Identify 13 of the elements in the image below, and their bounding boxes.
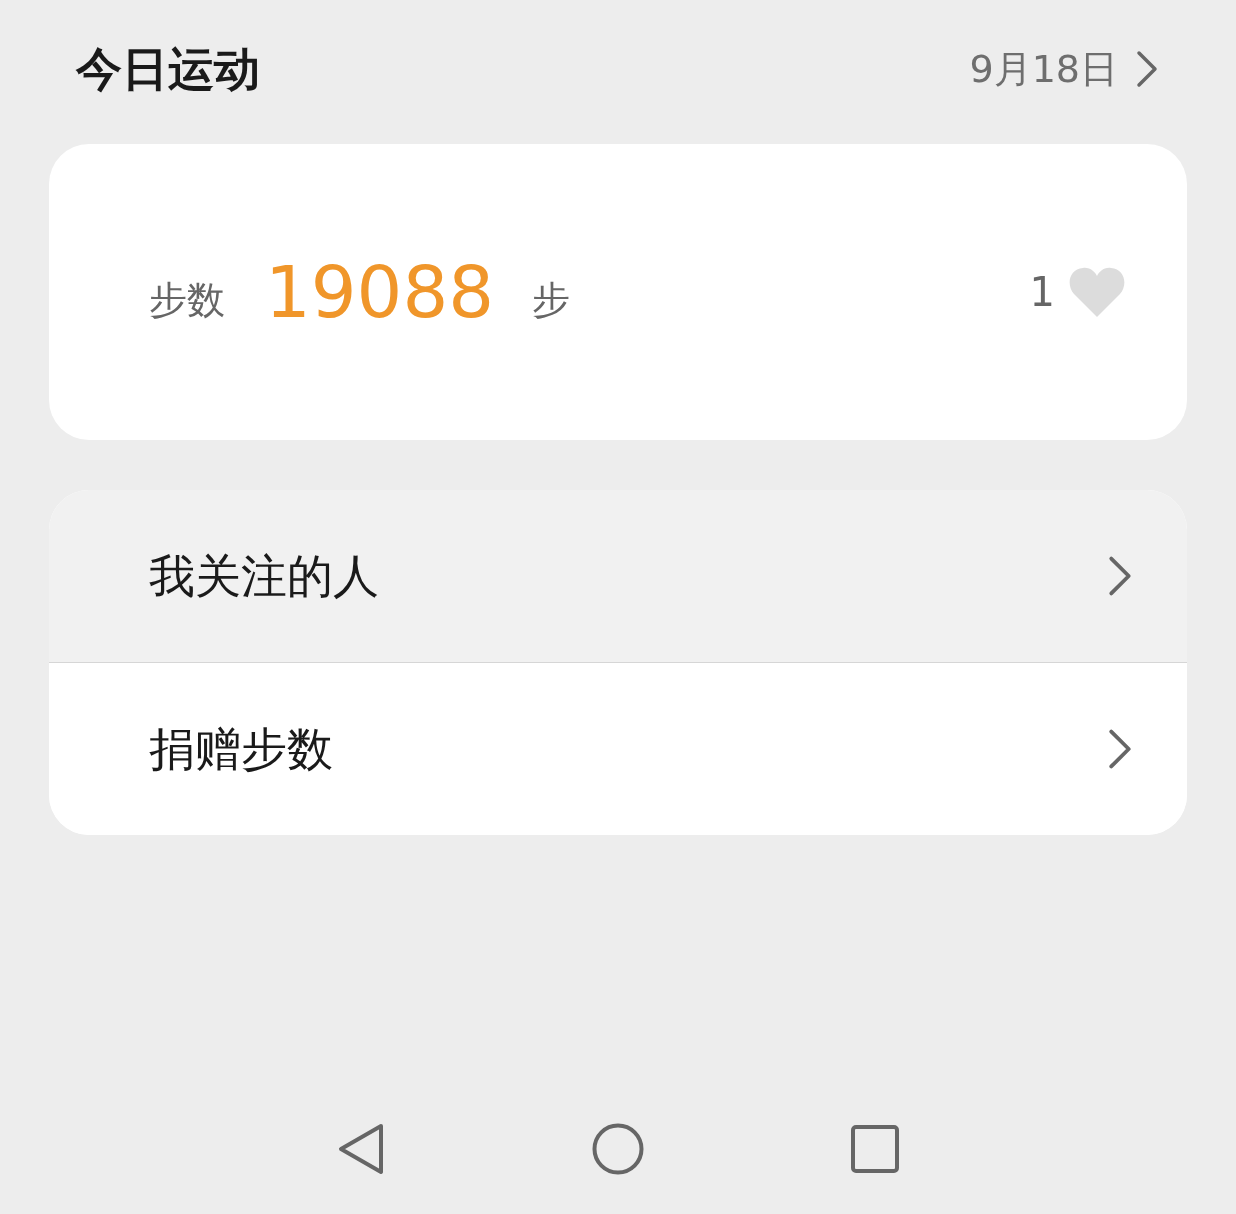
- chevron-icon: [1108, 728, 1132, 770]
- chevron-icon: [1136, 50, 1158, 88]
- recents-icon[interactable]: [851, 1125, 899, 1173]
- date-button[interactable]: 9月18日: [969, 40, 1158, 98]
- steps-unit: 步: [532, 276, 571, 324]
- home-icon[interactable]: [592, 1123, 644, 1175]
- menu-item[interactable]: 我关注的人: [49, 490, 1187, 662]
- steps-label: 步数: [149, 276, 225, 324]
- steps-count: 19088: [265, 249, 495, 336]
- page-title: 今日运动: [76, 40, 260, 98]
- chevron-icon: [1108, 555, 1132, 597]
- back-icon[interactable]: [338, 1123, 384, 1175]
- like-count: 1: [1029, 268, 1055, 317]
